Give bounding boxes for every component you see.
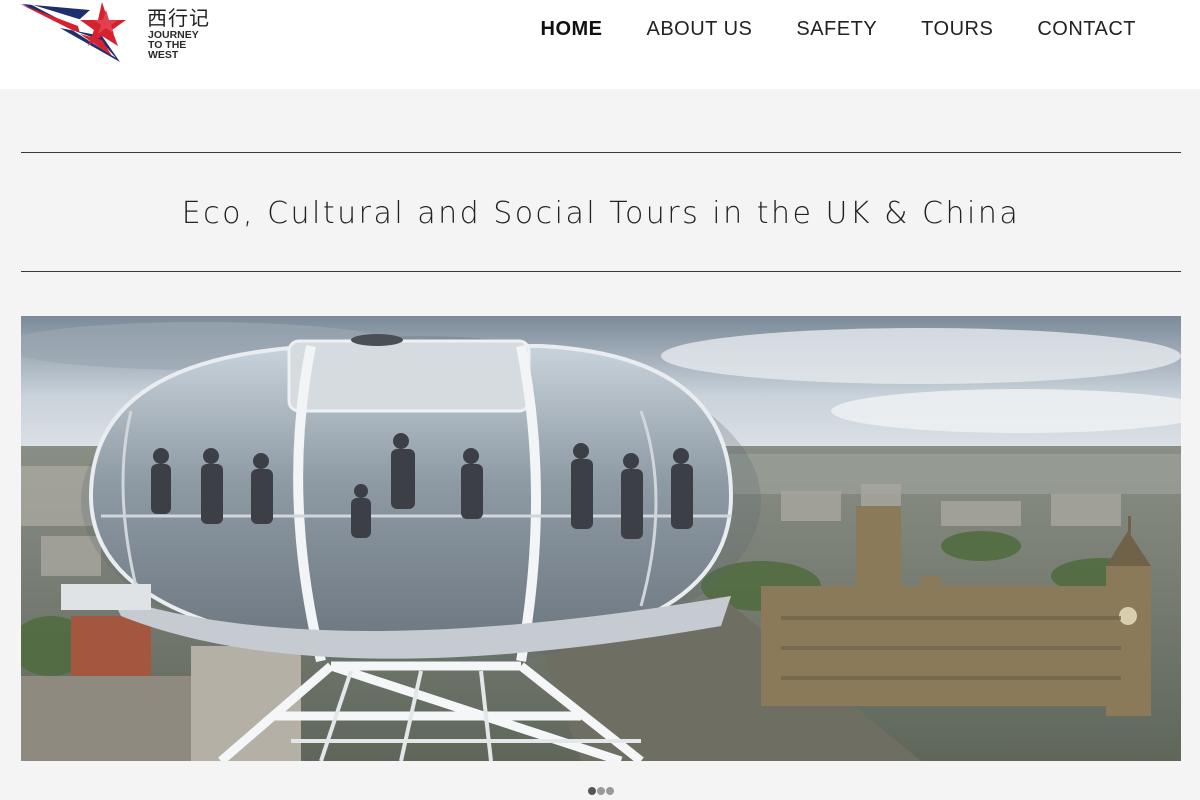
nav-contact[interactable]: CONTACT xyxy=(1037,18,1136,41)
nav-safety[interactable]: SAFETY xyxy=(796,18,877,41)
slider-pagination xyxy=(588,787,614,795)
nav-home[interactable]: HOME xyxy=(541,18,603,41)
slider-dot[interactable] xyxy=(597,787,605,795)
page-tagline: Eco, Cultural and Social Tours in the UK… xyxy=(181,196,1021,231)
logo-english-name: JOURNEY TO THE WEST xyxy=(148,30,218,61)
top-divider xyxy=(21,152,1181,153)
nav-tours[interactable]: TOURS xyxy=(921,18,993,41)
main-nav: HOME ABOUT US SAFETY TOURS CONTACT xyxy=(497,18,1137,41)
london-eye-photo-icon xyxy=(21,316,1181,761)
slider-dot[interactable] xyxy=(606,787,614,795)
slider-dot[interactable] xyxy=(588,787,596,795)
site-header: 西行记 JOURNEY TO THE WEST HOME ABOUT US SA… xyxy=(0,0,1200,89)
bottom-divider xyxy=(21,271,1181,272)
union-star-logo-icon xyxy=(20,2,126,62)
logo-line: WEST xyxy=(148,49,179,61)
hero-slider-image[interactable] xyxy=(21,316,1181,761)
site-logo[interactable]: 西行记 JOURNEY TO THE WEST xyxy=(20,0,218,66)
nav-about-us[interactable]: ABOUT US xyxy=(647,18,753,41)
logo-chinese-name: 西行记 xyxy=(147,6,210,30)
